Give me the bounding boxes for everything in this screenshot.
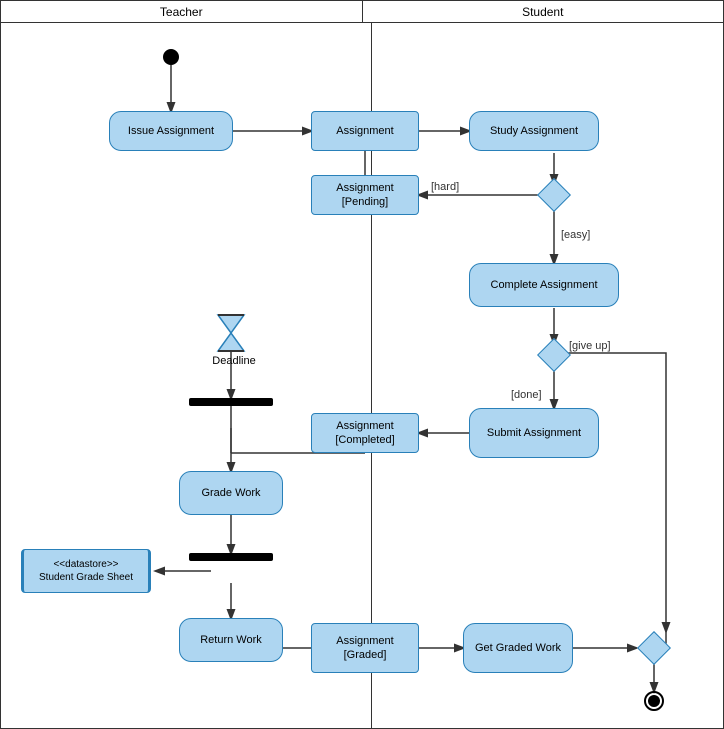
final-node-inner bbox=[648, 695, 660, 707]
study-assignment-node: Study Assignment bbox=[469, 111, 599, 151]
fork-bar-1 bbox=[189, 398, 273, 406]
issue-assignment-label: Issue Assignment bbox=[128, 124, 214, 138]
swimlane-body: [hard] [easy] [done] [give up] Issue Ass… bbox=[1, 23, 723, 729]
return-work-label: Return Work bbox=[200, 633, 262, 647]
assignment-pending-label: Assignment[Pending] bbox=[336, 181, 393, 210]
assignment-graded-node: Assignment[Graded] bbox=[311, 623, 419, 673]
final-node bbox=[644, 691, 664, 711]
fork-bar-2 bbox=[189, 553, 273, 561]
deadline-label: Deadline bbox=[204, 355, 264, 367]
hard-label: [hard] bbox=[431, 181, 459, 193]
complete-assignment-label: Complete Assignment bbox=[491, 278, 598, 292]
easy-label: [easy] bbox=[561, 229, 590, 241]
grade-work-label: Grade Work bbox=[201, 486, 260, 500]
assignment-graded-label: Assignment[Graded] bbox=[336, 634, 393, 663]
done-label: [done] bbox=[511, 389, 542, 401]
assignment-completed-label: Assignment[Completed] bbox=[335, 419, 394, 448]
hourglass-icon bbox=[214, 313, 248, 353]
assignment-node: Assignment bbox=[311, 111, 419, 151]
get-graded-work-node: Get Graded Work bbox=[463, 623, 573, 673]
issue-assignment-node: Issue Assignment bbox=[109, 111, 233, 151]
assignment-label: Assignment bbox=[336, 124, 393, 138]
grade-work-node: Grade Work bbox=[179, 471, 283, 515]
assignment-pending-node: Assignment[Pending] bbox=[311, 175, 419, 215]
assignment-completed-node: Assignment[Completed] bbox=[311, 413, 419, 453]
student-lane-title: Student bbox=[363, 1, 724, 22]
give-up-label: [give up] bbox=[569, 340, 611, 352]
swimlane-header: Teacher Student bbox=[1, 1, 723, 23]
get-graded-work-label: Get Graded Work bbox=[475, 641, 561, 655]
return-work-node: Return Work bbox=[179, 618, 283, 662]
complete-assignment-node: Complete Assignment bbox=[469, 263, 619, 307]
diagram-container: Teacher Student bbox=[0, 0, 724, 729]
student-grade-sheet-label: <<datastore>>Student Grade Sheet bbox=[39, 558, 133, 584]
submit-assignment-label: Submit Assignment bbox=[487, 426, 581, 440]
teacher-lane-title: Teacher bbox=[1, 1, 363, 22]
submit-assignment-node: Submit Assignment bbox=[469, 408, 599, 458]
study-assignment-label: Study Assignment bbox=[490, 124, 578, 138]
diamond-3 bbox=[637, 631, 671, 665]
diamond-1 bbox=[537, 178, 571, 212]
diamond-2 bbox=[537, 338, 571, 372]
student-grade-sheet-node: <<datastore>>Student Grade Sheet bbox=[21, 549, 151, 593]
initial-node bbox=[163, 49, 179, 65]
